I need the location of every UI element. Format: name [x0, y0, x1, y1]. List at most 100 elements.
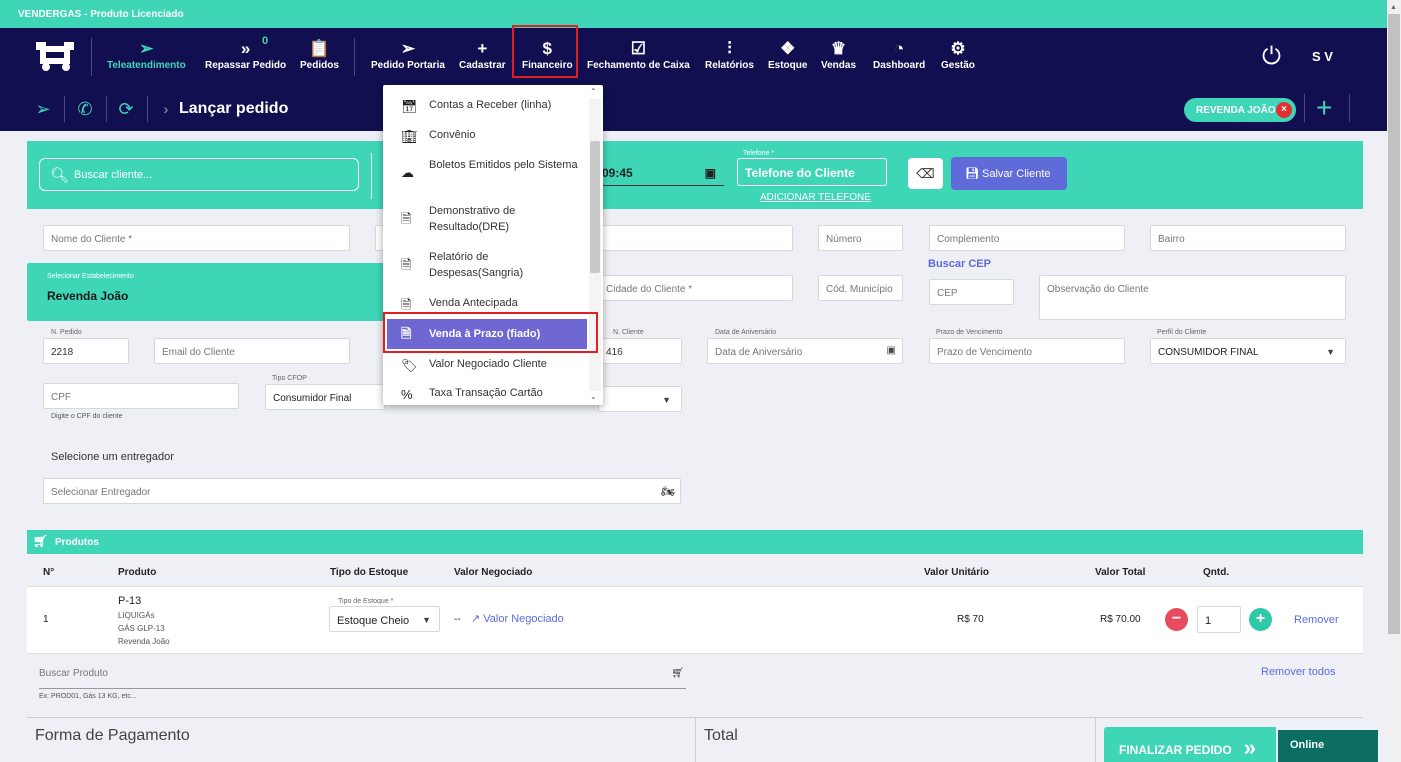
search-product-hint: Ex: PROD01, Gás 13 KG, etc... — [39, 693, 137, 700]
highlight-venda-prazo — [383, 312, 598, 353]
decrease-qty-button[interactable]: − — [1165, 608, 1188, 631]
revenda-chip[interactable]: REVENDA JOÃO × — [1184, 98, 1296, 122]
nav-divider — [91, 38, 92, 76]
client-number-field[interactable]: 416 — [598, 338, 682, 364]
time-field[interactable]: 09:45 ▣ — [602, 158, 724, 186]
profile-select[interactable]: CONSUMIDOR FINAL ▼ — [1150, 338, 1346, 364]
stock-type-select[interactable]: Estoque Cheio ▼ — [329, 606, 440, 632]
online-status[interactable]: Online — [1278, 730, 1378, 762]
qty-input[interactable]: 1 — [1197, 606, 1241, 633]
calendar-icon[interactable]: ▣ — [705, 166, 716, 180]
eraser-icon: ⌫ — [916, 166, 935, 181]
eraser-button[interactable]: ⌫ — [908, 158, 943, 189]
nav-teleatendimento[interactable]: ➢ Teleatendimento — [107, 38, 186, 78]
user-initials[interactable]: S V — [1312, 49, 1333, 64]
col-stock-type: Tipo do Estoque — [330, 567, 409, 578]
neighborhood-field[interactable]: Bairro — [1150, 225, 1346, 251]
nav-vendas[interactable]: ♛ Vendas — [821, 38, 856, 78]
row-total: R$ 70.00 — [1100, 614, 1141, 625]
delivery-person-select[interactable]: Selecionar Entregador 🏍︎ — [43, 478, 681, 504]
phone-icon[interactable]: ✆ — [74, 98, 96, 120]
municipality-code-field[interactable]: Cód. Município — [818, 275, 903, 301]
menu-item-despesas[interactable]: 🗎 Relatório de Despesas(Sangria) — [383, 249, 583, 281]
nav-estoque[interactable]: ❖ Estoque — [768, 38, 807, 78]
basket-icon: ♛ — [830, 39, 847, 58]
chevron-up-icon[interactable]: ⌃ — [590, 87, 597, 96]
nav-fechamento-caixa[interactable]: ☑ Fechamento de Caixa — [587, 38, 690, 78]
due-date-label: Prazo de Vencimento — [936, 329, 1003, 336]
client-search-input[interactable]: 🔍︎ Buscar cliente... — [39, 158, 359, 191]
email-field[interactable]: Email do Cliente — [154, 338, 350, 364]
establishment-label: Selecionar Estabelecimento — [47, 273, 134, 280]
add-order-button[interactable]: + — [1316, 94, 1332, 122]
negotiated-value-link[interactable]: ↗ Valor Negociado — [471, 612, 564, 625]
building-icon: 🏢︎ — [401, 129, 418, 144]
street-field[interactable] — [598, 225, 793, 251]
page-scrollbar-thumb[interactable] — [1388, 14, 1400, 634]
menu-item-taxa-cartao[interactable]: % Taxa Transação Cartão — [383, 385, 589, 402]
percent-icon: % — [401, 387, 413, 402]
products-header: 🛒︎ Produtos — [27, 530, 1363, 554]
subheader-divider — [147, 96, 148, 122]
phone-label: Telefone * — [743, 150, 775, 157]
cpf-field[interactable]: CPF — [43, 383, 239, 409]
city-field[interactable]: Cidade do Cliente * — [598, 275, 793, 301]
caret-down-icon: ▼ — [422, 615, 431, 625]
menu-item-venda-antecipada[interactable]: 🗎 Venda Antecipada — [383, 295, 589, 312]
order-number-field[interactable]: 2218 — [43, 338, 129, 364]
subheader-divider — [1349, 94, 1350, 122]
sliders-icon: ⫶ — [727, 39, 732, 58]
nav-cadastrar[interactable]: + Cadastrar — [459, 38, 506, 78]
due-date-field[interactable]: Prazo de Vencimento — [929, 338, 1125, 364]
menu-item-convenio[interactable]: 🏢︎ Convênio — [383, 127, 589, 144]
row-product: P-13 — [118, 595, 142, 607]
close-icon[interactable]: × — [1276, 102, 1292, 118]
remove-product-link[interactable]: Remover — [1294, 614, 1339, 626]
calendar-icon[interactable]: ▣ — [887, 345, 896, 356]
cpf-hint: Digite o CPF do cliente — [51, 413, 123, 420]
number-field[interactable]: Número — [818, 225, 903, 251]
scroll-up-icon[interactable]: ▲ — [1390, 4, 1397, 11]
nav-relatorios[interactable]: ⫶ Relatórios — [705, 38, 754, 78]
nav-pedidos[interactable]: 📋 Pedidos — [300, 38, 339, 78]
subheader-divider — [64, 96, 65, 122]
extra-select[interactable]: ▼ — [598, 386, 682, 412]
menu-item-boletos[interactable]: ☁ Boletos Emitidos pelo Sistema — [383, 157, 583, 180]
nav-gestao[interactable]: ⚙ Gestão — [941, 38, 975, 78]
save-client-button[interactable]: 💾︎ Salvar Cliente — [951, 157, 1067, 190]
phone-input[interactable]: Telefone do Cliente — [737, 158, 887, 186]
document-icon: 🗎 — [401, 257, 412, 272]
refresh-icon[interactable]: ⟳ — [115, 98, 137, 120]
add-phone-link[interactable]: ADICIONAR TELEFONE — [760, 192, 871, 203]
search-product-input[interactable]: Buscar Produto 🛒︎ — [39, 663, 686, 689]
double-chevron-icon: » — [240, 39, 251, 58]
finalize-order-button[interactable]: FINALIZAR PEDIDO» — [1104, 727, 1276, 762]
window-title: VENDERGAS - Produto Licenciado — [18, 9, 184, 20]
floppy-icon: 💾︎ — [965, 168, 983, 180]
increase-qty-button[interactable]: + — [1249, 608, 1272, 631]
nav-dashboard[interactable]: ◔ Dashboard — [873, 38, 925, 78]
menu-item-contas-receber[interactable]: 📅︎ Contas a Receber (linha) — [383, 97, 589, 114]
cfop-label: Tipo CFOP — [272, 375, 307, 382]
establishment-value: Revenda João — [47, 289, 129, 303]
nav-repassar-pedido[interactable]: » 0 Repassar Pedido — [205, 35, 286, 78]
check-square-icon: ☑ — [630, 39, 647, 58]
remove-all-link[interactable]: Remover todos — [1261, 666, 1336, 678]
dropdown-scrollbar-thumb[interactable] — [590, 141, 600, 273]
nav-pedido-portaria[interactable]: ➢ Pedido Portaria — [371, 38, 445, 78]
birthday-field[interactable]: Data de Aniversário ▣ — [707, 338, 903, 364]
menu-item-dre[interactable]: 🗎 Demonstrativo de Resultado(DRE) — [383, 203, 583, 235]
power-icon[interactable]: ⏻ — [1262, 43, 1281, 71]
client-name-field[interactable]: Nome do Cliente * — [43, 225, 350, 251]
search-cep-link[interactable]: Buscar CEP — [928, 258, 991, 270]
cfop-select[interactable]: Consumidor Final — [265, 384, 385, 410]
menu-item-valor-negociado[interactable]: 🏷︎ Valor Negociado Cliente — [383, 356, 589, 373]
cart-icon: 🛒︎ — [671, 668, 684, 679]
observation-field[interactable]: Observação do Cliente — [1039, 275, 1346, 320]
send-icon[interactable]: ➢ — [32, 98, 54, 120]
cep-field[interactable]: CEP — [929, 279, 1014, 305]
complement-field[interactable]: Complemento — [929, 225, 1125, 251]
chevron-down-icon[interactable]: ⌄ — [590, 392, 597, 401]
row-number: 1 — [43, 614, 49, 625]
row-revenda: Revenda João — [118, 637, 170, 646]
